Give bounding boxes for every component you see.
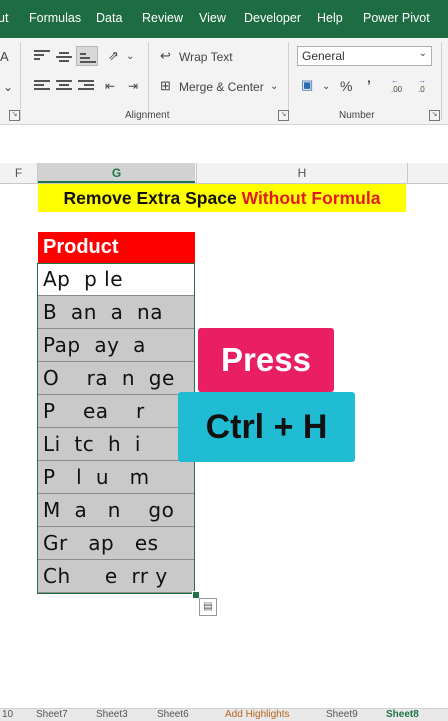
comma-style-button[interactable]: ’ (367, 78, 371, 92)
tab-formulas[interactable]: Formulas (29, 11, 81, 25)
chevron-down-icon: ⌄ (418, 48, 427, 59)
wrap-text-icon: ↩ (160, 48, 171, 63)
tab-developer[interactable]: Developer (244, 11, 301, 25)
tab-data[interactable]: Data (96, 11, 122, 25)
group-separator (148, 42, 149, 120)
chevron-down-icon[interactable]: ⌄ (322, 80, 330, 94)
merge-center-button[interactable]: Merge & Center (179, 80, 264, 94)
number-group-label: Number (339, 110, 375, 121)
align-right-icon[interactable] (78, 80, 94, 92)
sheet-title[interactable]: Remove Extra Space Without Formula (38, 184, 406, 212)
decrease-decimal-button[interactable]: → .0 (418, 76, 426, 94)
align-middle-icon[interactable] (56, 52, 72, 64)
font-size-decrease-icon[interactable]: A (0, 50, 9, 64)
column-header-f[interactable]: F (0, 163, 38, 183)
column-header-h[interactable]: H (196, 163, 408, 183)
percent-style-button[interactable]: % (340, 79, 352, 93)
number-format-value: General (302, 49, 345, 63)
decrease-decimal-label: .0 (418, 85, 425, 94)
tab-power-pivot[interactable]: Power Pivot (363, 11, 430, 25)
sheet-tab[interactable]: Sheet3 (96, 709, 128, 721)
table-row[interactable]: Gr ap es (38, 527, 195, 560)
sheet-tab[interactable]: 10 (2, 709, 13, 721)
sheet-tab[interactable]: Add Highlights (225, 709, 289, 721)
accounting-format-icon[interactable]: ▣ (301, 78, 313, 92)
column-header-g[interactable]: G (38, 163, 195, 183)
formula-bar[interactable] (0, 125, 448, 164)
sheet-tab[interactable]: Sheet9 (326, 709, 358, 721)
quick-analysis-icon[interactable]: ▤ (199, 598, 217, 616)
table-row[interactable]: O ra n ge (38, 362, 195, 395)
align-left-icon[interactable] (34, 80, 50, 92)
table-row[interactable]: Li tc h i (38, 428, 195, 461)
group-separator (441, 42, 442, 120)
decrease-indent-icon[interactable]: ⇤ (105, 79, 115, 93)
number-dialog-launcher-icon[interactable]: ↘ (429, 110, 440, 121)
chevron-down-icon[interactable]: ⌄ (126, 50, 134, 64)
tab-layout[interactable]: ut (0, 11, 8, 25)
orientation-icon[interactable]: ⇗ (108, 49, 119, 63)
title-part-1: Remove Extra Space (63, 188, 237, 208)
number-format-dropdown[interactable]: General ⌄ (297, 46, 432, 66)
tab-view[interactable]: View (199, 11, 226, 25)
table-row[interactable]: B an a na (38, 296, 195, 329)
sheet-tab-active[interactable]: Sheet8 (386, 709, 419, 721)
group-separator (288, 42, 289, 120)
merge-center-icon: ⊞ (160, 78, 171, 93)
table-row[interactable]: Ch e rr y (38, 560, 195, 593)
group-separator (20, 42, 21, 120)
chevron-down-icon[interactable]: ⌄ (3, 80, 13, 94)
table-header-product[interactable]: Product (38, 232, 195, 263)
sheet-tab[interactable]: Sheet6 (157, 709, 189, 721)
increase-decimal-label: .00 (391, 85, 403, 94)
table-row[interactable]: Ap p le (38, 263, 195, 296)
press-label: Press (198, 328, 334, 392)
ribbon-tab-bar: ut Formulas Data Review View Developer H… (0, 0, 448, 38)
arrow-right-icon: → (418, 76, 426, 85)
alignment-group-label: Alignment (125, 110, 170, 121)
increase-decimal-button[interactable]: ← .00 (391, 76, 402, 94)
align-top-icon[interactable] (34, 50, 50, 62)
align-center-icon[interactable] (56, 80, 72, 92)
shortcut-label: Ctrl + H (178, 392, 355, 462)
align-bottom-button[interactable] (76, 46, 98, 66)
sheet-tabs: 10 Sheet7 Sheet3 Sheet6 Add Highlights S… (0, 708, 448, 721)
increase-indent-icon[interactable]: ⇥ (128, 79, 138, 93)
table-row[interactable]: M a n go (38, 494, 195, 527)
ribbon: A ⌄ ⇗ ⌄ ↩ Wrap Text ⇤ ⇥ ⊞ Merge & Center… (0, 38, 448, 125)
table-row[interactable]: Pap ay a (38, 329, 195, 362)
align-bottom-icon (80, 53, 96, 65)
title-part-2: Without Formula (241, 188, 381, 208)
column-headers: F G H (0, 163, 448, 184)
sheet-tab[interactable]: Sheet7 (36, 709, 68, 721)
table-row[interactable]: P ea r (38, 395, 195, 428)
alignment-dialog-launcher-icon[interactable]: ↘ (278, 110, 289, 121)
chevron-down-icon[interactable]: ⌄ (270, 80, 278, 94)
wrap-text-button[interactable]: Wrap Text (179, 50, 233, 64)
table-row[interactable]: P l u m (38, 461, 195, 494)
tab-help[interactable]: Help (317, 11, 343, 25)
font-dialog-launcher-icon[interactable]: ↘ (9, 110, 20, 121)
arrow-left-icon: ← (391, 76, 399, 85)
tab-review[interactable]: Review (142, 11, 183, 25)
